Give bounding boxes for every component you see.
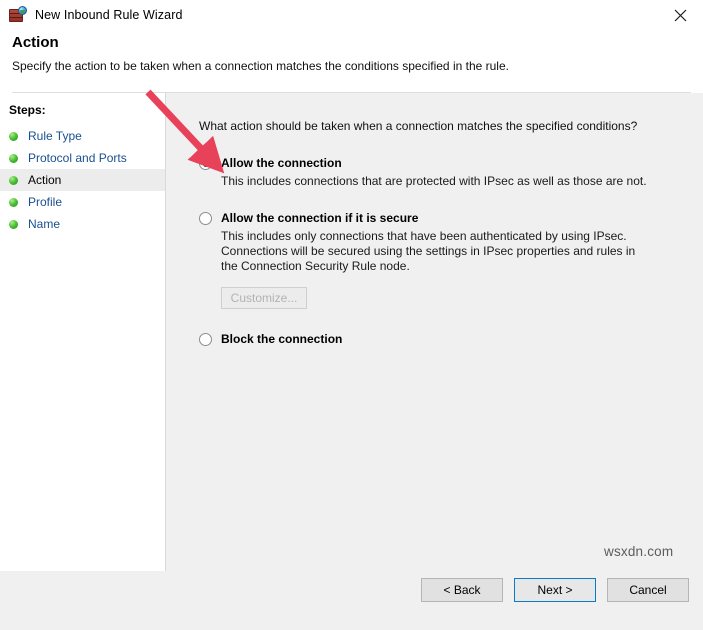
- sidebar-item-label: Action: [28, 173, 61, 187]
- option-label: Allow the connection if it is secure: [221, 211, 418, 225]
- customize-button[interactable]: Customize...: [221, 287, 307, 309]
- step-bullet-icon: [9, 220, 18, 229]
- wizard-body: Steps: Rule Type Protocol and Ports Acti…: [0, 93, 703, 571]
- sidebar-item-profile[interactable]: Profile: [0, 191, 165, 213]
- radio-block-the-connection[interactable]: [199, 333, 212, 346]
- radio-allow-the-connection[interactable]: [199, 157, 212, 170]
- page-title: Action: [12, 34, 691, 51]
- option-block-the-connection[interactable]: Block the connection: [199, 332, 687, 346]
- page-header: Action Specify the action to be taken wh…: [0, 30, 703, 93]
- option-description: This includes only connections that have…: [221, 229, 653, 274]
- sidebar-item-protocol-and-ports[interactable]: Protocol and Ports: [0, 147, 165, 169]
- action-content-pane: What action should be taken when a conne…: [166, 93, 703, 571]
- action-radio-group: Allow the connection This includes conne…: [199, 156, 687, 346]
- option-label: Allow the connection: [221, 156, 342, 170]
- radio-allow-if-secure[interactable]: [199, 212, 212, 225]
- next-button[interactable]: Next >: [514, 578, 596, 602]
- back-button[interactable]: < Back: [421, 578, 503, 602]
- steps-heading: Steps:: [0, 103, 165, 125]
- step-bullet-icon: [9, 132, 18, 141]
- sidebar-item-rule-type[interactable]: Rule Type: [0, 125, 165, 147]
- page-subtitle: Specify the action to be taken when a co…: [12, 59, 691, 73]
- option-label: Block the connection: [221, 332, 342, 346]
- watermark-text: wsxdn.com: [604, 544, 673, 559]
- option-allow-if-secure[interactable]: Allow the connection if it is secure Thi…: [199, 211, 687, 309]
- close-icon[interactable]: [658, 0, 703, 30]
- sidebar-item-label: Profile: [28, 195, 62, 209]
- sidebar-item-label: Rule Type: [28, 129, 82, 143]
- window-title: New Inbound Rule Wizard: [35, 8, 183, 22]
- step-bullet-icon: [9, 154, 18, 163]
- sidebar-item-label: Name: [28, 217, 60, 231]
- steps-sidebar: Steps: Rule Type Protocol and Ports Acti…: [0, 93, 166, 571]
- wizard-footer: < Back Next > Cancel: [0, 571, 703, 630]
- sidebar-item-name[interactable]: Name: [0, 213, 165, 235]
- title-bar: New Inbound Rule Wizard: [0, 0, 703, 30]
- firewall-globe-icon: [9, 6, 27, 24]
- action-question: What action should be taken when a conne…: [199, 119, 687, 133]
- sidebar-item-action[interactable]: Action: [0, 169, 165, 191]
- option-allow-the-connection[interactable]: Allow the connection This includes conne…: [199, 156, 687, 189]
- step-bullet-icon: [9, 198, 18, 207]
- step-bullet-icon: [9, 176, 18, 185]
- option-description: This includes connections that are prote…: [221, 174, 653, 189]
- cancel-button[interactable]: Cancel: [607, 578, 689, 602]
- sidebar-item-label: Protocol and Ports: [28, 151, 127, 165]
